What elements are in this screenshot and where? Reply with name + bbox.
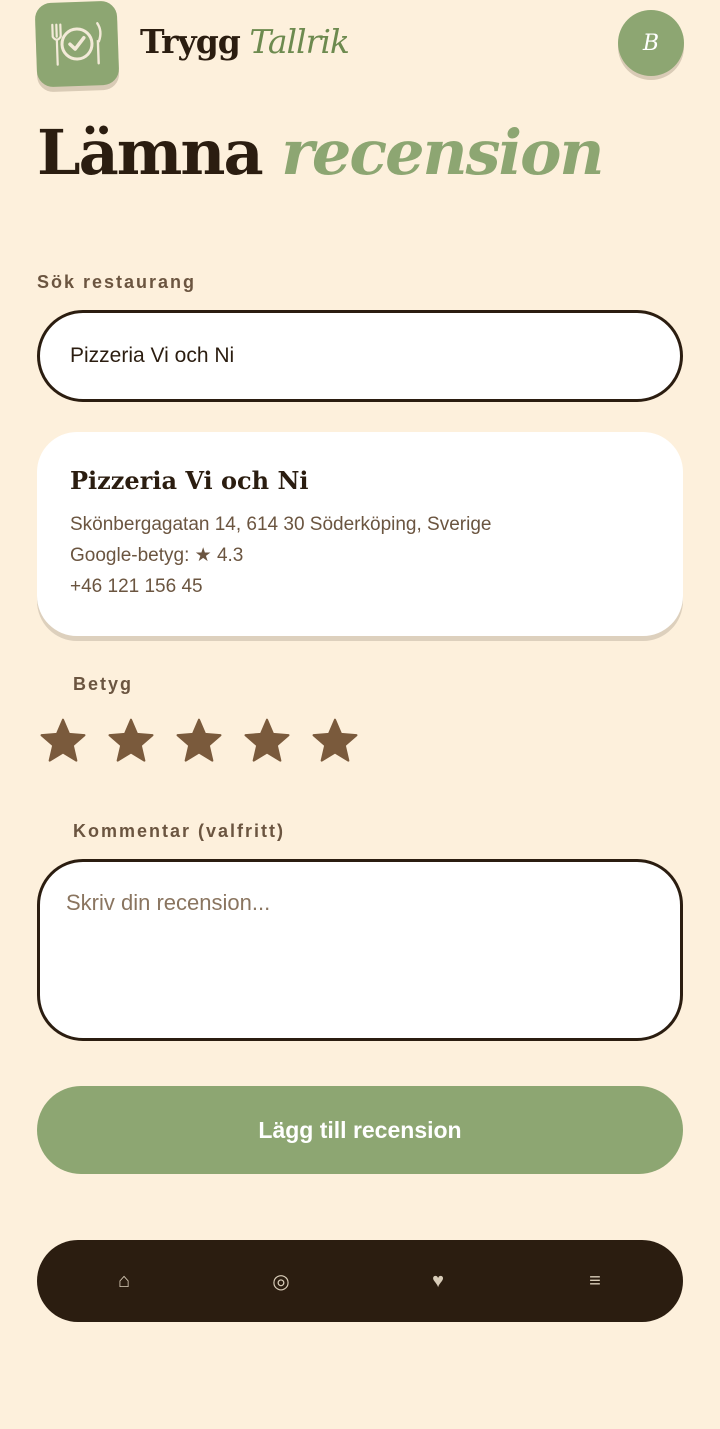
title-part2: recension bbox=[281, 116, 604, 189]
title-part1: Lämna bbox=[37, 116, 264, 189]
comment-placeholder: Skriv din recension... bbox=[66, 890, 271, 915]
star-icon[interactable] bbox=[242, 716, 292, 766]
target-icon: ◎ bbox=[272, 1270, 290, 1293]
plate-check-icon bbox=[51, 22, 102, 66]
comment-label: Kommentar (valfritt) bbox=[73, 821, 286, 841]
star-rating[interactable] bbox=[38, 716, 360, 766]
brand-part2: Tallrik bbox=[249, 22, 350, 61]
star-icon[interactable] bbox=[310, 716, 360, 766]
search-input[interactable]: Pizzeria Vi och Ni bbox=[37, 310, 683, 402]
restaurant-phone: +46 121 156 45 bbox=[70, 576, 203, 597]
brand-name: Trygg Tallrik bbox=[140, 22, 350, 61]
star-icon[interactable] bbox=[106, 716, 156, 766]
bottom-nav: ⌂ ◎ ♥ ≡ bbox=[37, 1240, 683, 1322]
page-title: Lämna recension bbox=[37, 116, 605, 189]
restaurant-address: Skönbergagatan 14, 614 30 Söderköping, S… bbox=[70, 514, 492, 535]
restaurant-name: Pizzeria Vi och Ni bbox=[70, 466, 309, 495]
star-icon[interactable] bbox=[38, 716, 88, 766]
nav-home[interactable]: ⌂ bbox=[94, 1240, 154, 1322]
page: Trygg Tallrik B Lämna recension Sök rest… bbox=[0, 0, 720, 1429]
heart-icon: ♥ bbox=[432, 1269, 444, 1292]
nav-favorites[interactable]: ♥ bbox=[408, 1240, 468, 1322]
nav-target[interactable]: ◎ bbox=[251, 1240, 311, 1322]
search-label: Sök restaurang bbox=[37, 272, 197, 292]
app-logo[interactable] bbox=[34, 0, 120, 88]
restaurant-card[interactable]: Pizzeria Vi och Ni Skönbergagatan 14, 61… bbox=[37, 432, 683, 636]
brand-part1: Trygg bbox=[140, 22, 241, 61]
nav-menu[interactable]: ≡ bbox=[565, 1240, 625, 1322]
home-icon: ⌂ bbox=[117, 1269, 131, 1292]
search-input-value: Pizzeria Vi och Ni bbox=[70, 344, 235, 367]
restaurant-rating: Google-betyg: ★ 4.3 bbox=[70, 545, 244, 566]
avatar[interactable]: B bbox=[618, 10, 684, 76]
rating-label: Betyg bbox=[73, 674, 134, 694]
submit-review-button[interactable]: Lägg till recension bbox=[37, 1086, 683, 1174]
menu-icon: ≡ bbox=[589, 1269, 601, 1292]
comment-textarea[interactable]: Skriv din recension... bbox=[37, 859, 683, 1041]
star-icon[interactable] bbox=[174, 716, 224, 766]
